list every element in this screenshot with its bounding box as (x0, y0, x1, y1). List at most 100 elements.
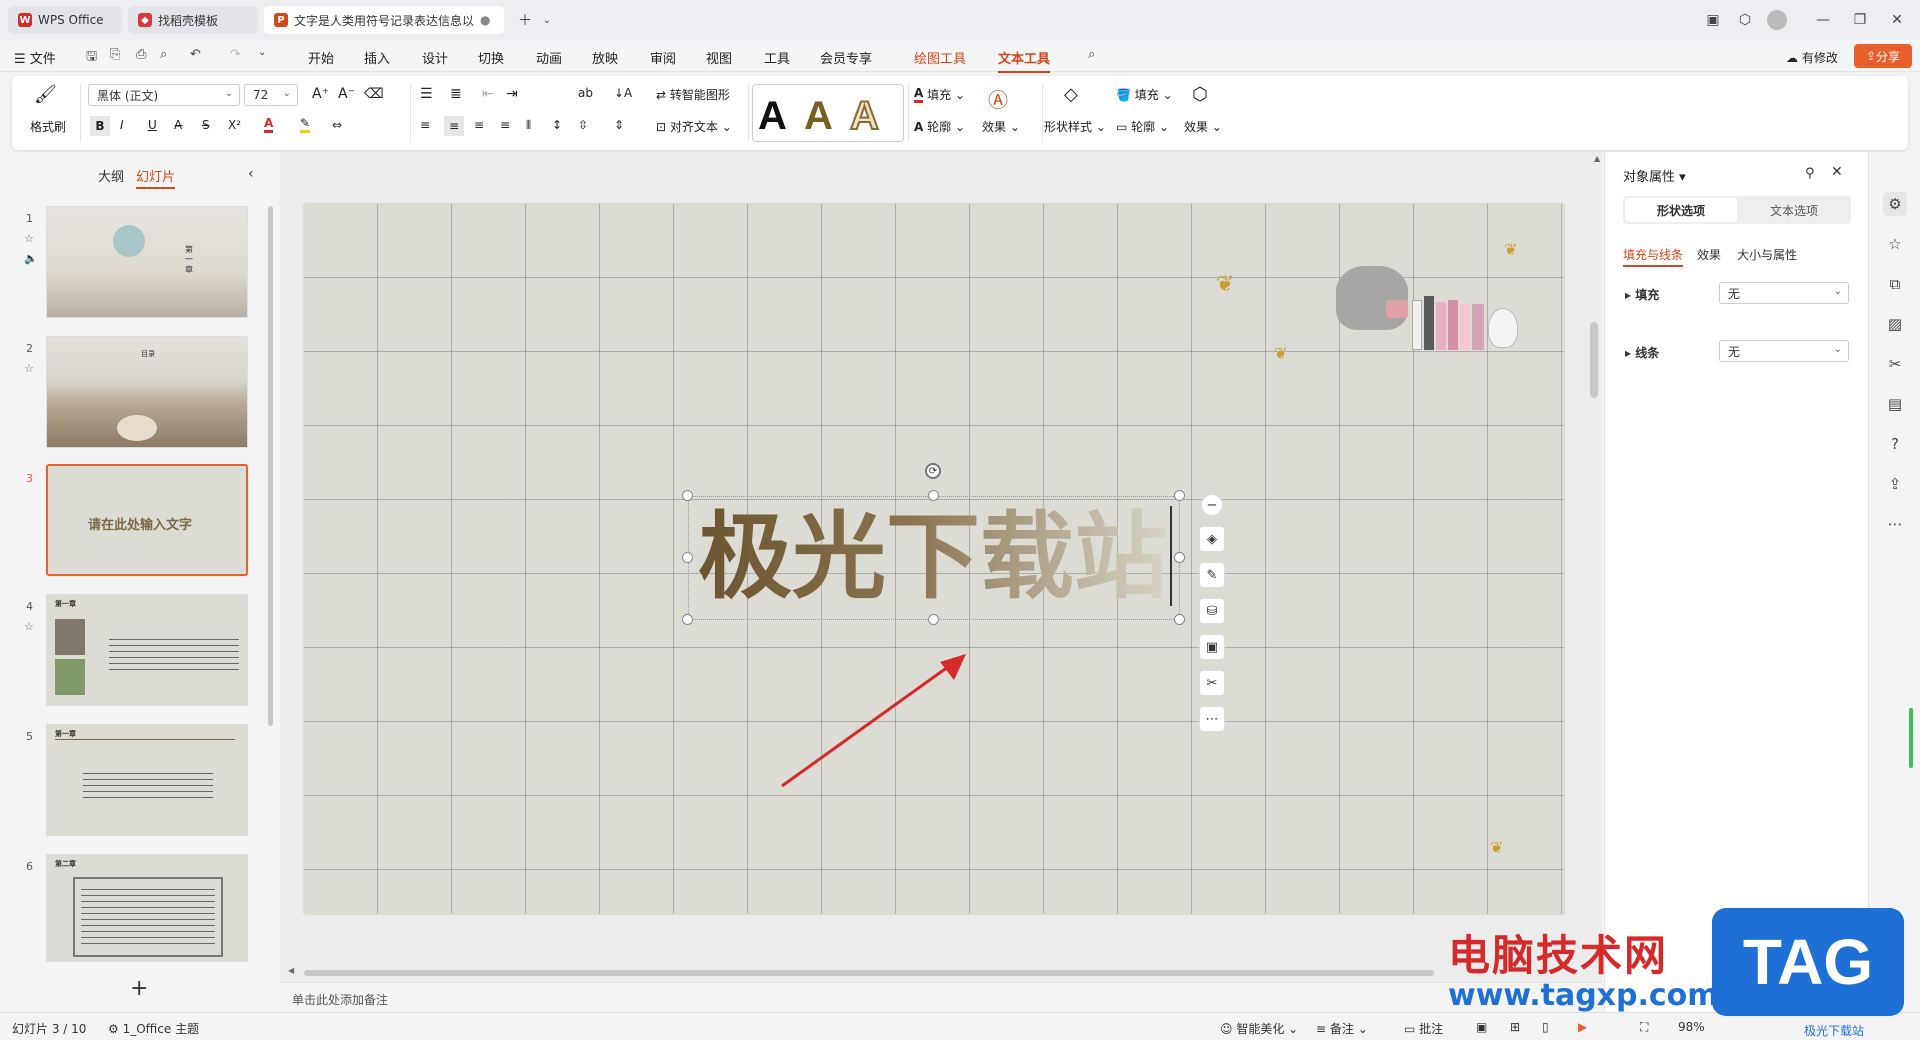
shape-style-button[interactable]: 形状样式 ⌄ (1044, 118, 1106, 135)
menu-view[interactable]: 视图 (706, 48, 732, 67)
slide-thumb-3[interactable]: 请在此处输入文字 (46, 464, 248, 576)
text-outline-button[interactable]: A 轮廓 ⌄ (914, 118, 965, 135)
more-quick-icon[interactable]: ⌄ (258, 47, 266, 58)
numbered-list-icon[interactable]: ≣ (450, 86, 462, 102)
star-icon[interactable]: ☆ (24, 232, 34, 245)
increase-font-icon[interactable]: A⁺ (312, 86, 329, 102)
font-size-select[interactable]: 72 ⌄ (244, 84, 298, 106)
resize-handle-br[interactable] (1174, 614, 1185, 625)
search-icon[interactable]: ⌕ (1088, 47, 1095, 62)
resize-handle-l[interactable] (682, 552, 693, 563)
star-icon[interactable]: ☆ (1883, 232, 1907, 256)
line-select[interactable]: 无 ⌄ (1719, 340, 1849, 362)
menu-tools[interactable]: 工具 (764, 48, 790, 67)
rotate-handle-icon[interactable]: ⟳ (925, 463, 941, 479)
bold-icon[interactable]: B (90, 116, 110, 136)
clear-format-icon[interactable]: ⌫ (364, 86, 384, 102)
char-spacing-icon[interactable]: ⇔ (332, 118, 342, 132)
menu-drawing-tools[interactable]: 绘图工具 (914, 48, 966, 67)
print-icon[interactable]: ⎙ (136, 47, 146, 62)
tab-list-icon[interactable]: ⌄ (534, 8, 560, 32)
minimize-icon[interactable]: — (1810, 8, 1836, 32)
reading-view-icon[interactable]: ▯ (1542, 1020, 1549, 1034)
theme-indicator[interactable]: ⚙ 1_Office 主题 (108, 1020, 199, 1037)
sorter-view-icon[interactable]: ⊞ (1510, 1020, 1520, 1034)
fill-section[interactable]: ▸ 填充 (1625, 286, 1659, 303)
star-icon[interactable]: ☆ (24, 362, 34, 375)
slide-thumb-1[interactable]: 第一章 (46, 206, 248, 318)
cube-icon[interactable]: ⬡ (1732, 8, 1758, 32)
undo-icon[interactable]: ↶ (190, 47, 201, 62)
align-center-icon[interactable]: ≡ (444, 116, 464, 136)
resize-handle-tr[interactable] (1174, 490, 1185, 501)
align-right-icon[interactable]: ≡ (474, 118, 484, 132)
slide-thumb-4[interactable]: 第一章 (46, 594, 248, 706)
text-direction-icon[interactable]: ab (578, 86, 593, 100)
panel-scrollbar[interactable] (268, 206, 273, 726)
format-painter-icon[interactable]: 🖌 (34, 84, 57, 105)
shape-outline-button[interactable]: ▭ 轮廓 ⌄ (1116, 118, 1169, 135)
highlight-icon[interactable]: ✎ (300, 116, 311, 133)
tools-icon[interactable]: ✂ (1883, 352, 1907, 376)
text-style-gold[interactable]: A (804, 96, 833, 136)
text-sort-icon[interactable]: ↓A (614, 86, 632, 100)
shadow-icon[interactable]: S̶ (202, 118, 210, 132)
text-style-black[interactable]: A (758, 96, 787, 136)
tools-icon[interactable]: ✂ (1199, 670, 1225, 696)
menu-animation[interactable]: 动画 (536, 48, 562, 67)
tab-document[interactable]: P 文字是人类用符号记录表达信息以 ● (264, 6, 504, 34)
text-fill-button[interactable]: A 填充 ⌄ (914, 86, 965, 103)
panel-title[interactable]: 对象属性 ▾ (1623, 166, 1686, 185)
subtab-size[interactable]: 大小与属性 (1737, 246, 1797, 263)
outline-icon[interactable]: ▣ (1199, 634, 1225, 660)
align-left-icon[interactable]: ≡ (420, 118, 430, 132)
decrease-font-icon[interactable]: A⁻ (338, 86, 355, 102)
copy-icon[interactable]: ⧉ (1883, 272, 1907, 296)
scroll-left-icon[interactable]: ◀ (288, 966, 294, 975)
more-icon[interactable]: ⋯ (1883, 512, 1907, 536)
tab-shape-options[interactable]: 形状选项 (1625, 198, 1737, 222)
line-section[interactable]: ▸ 线条 (1625, 344, 1659, 361)
menu-design[interactable]: 设计 (422, 48, 448, 67)
resize-handle-r[interactable] (1174, 552, 1185, 563)
normal-view-icon[interactable]: ▣ (1476, 1020, 1487, 1034)
add-slide-button[interactable]: + (130, 976, 148, 1001)
distribute-icon[interactable]: ⫴ (526, 118, 531, 133)
properties-icon[interactable]: ⚙ (1883, 192, 1907, 216)
collapse-toolbar-icon[interactable]: − (1201, 494, 1223, 516)
tab-slides[interactable]: 幻灯片 (136, 166, 176, 189)
modified-indicator[interactable]: ☁ 有修改 (1786, 49, 1838, 66)
collapse-panel-icon[interactable]: ‹ (248, 166, 254, 182)
resize-handle-b[interactable] (928, 614, 939, 625)
print-preview-icon[interactable]: ⌕ (160, 47, 167, 62)
shape-effect-button[interactable]: 效果 ⌄ (1184, 118, 1222, 135)
menu-slideshow[interactable]: 放映 (592, 48, 618, 67)
text-align-v-icon[interactable]: ⇕ (614, 118, 624, 132)
fill-select[interactable]: 无 ⌄ (1719, 282, 1849, 304)
menu-transition[interactable]: 切换 (478, 48, 504, 67)
text-style-outline[interactable]: A (849, 95, 880, 137)
comments-toggle[interactable]: ▭ 批注 (1404, 1020, 1443, 1037)
layout-icon[interactable]: ▣ (1700, 8, 1726, 32)
justify-icon[interactable]: ≡ (500, 118, 510, 132)
tab-wps-office[interactable]: W WPS Office (8, 6, 122, 34)
resize-handle-tl[interactable] (682, 490, 693, 501)
fit-window-icon[interactable]: ⛶ (1640, 1020, 1648, 1035)
subtab-effect[interactable]: 效果 (1697, 246, 1721, 263)
more-icon[interactable]: ⋯ (1199, 706, 1225, 732)
outdent-icon[interactable]: ⇤ (482, 86, 494, 102)
smart-beautify-button[interactable]: ☺ 智能美化 ⌄ (1220, 1020, 1298, 1037)
text-effect-button[interactable]: 效果 ⌄ (982, 118, 1020, 135)
notes-area[interactable]: 单击此处添加备注 (280, 982, 1602, 1012)
avatar[interactable] (1767, 10, 1787, 30)
share-icon[interactable]: ⇪ (1883, 472, 1907, 496)
italic-icon[interactable]: I (120, 118, 124, 132)
menu-review[interactable]: 审阅 (650, 48, 676, 67)
slide-title-text[interactable]: 极光下载站 (698, 498, 1168, 618)
menu-file[interactable]: ☰ 文件 (14, 48, 56, 67)
shape-effect-icon[interactable]: ⬡ (1192, 84, 1208, 105)
tab-template[interactable]: ◆ 找稻壳模板 (128, 6, 258, 34)
slide-thumb-6[interactable]: 第二章 (46, 854, 248, 962)
pin-icon[interactable]: ⚲ (1805, 166, 1815, 181)
superscript-icon[interactable]: X² (228, 118, 241, 132)
